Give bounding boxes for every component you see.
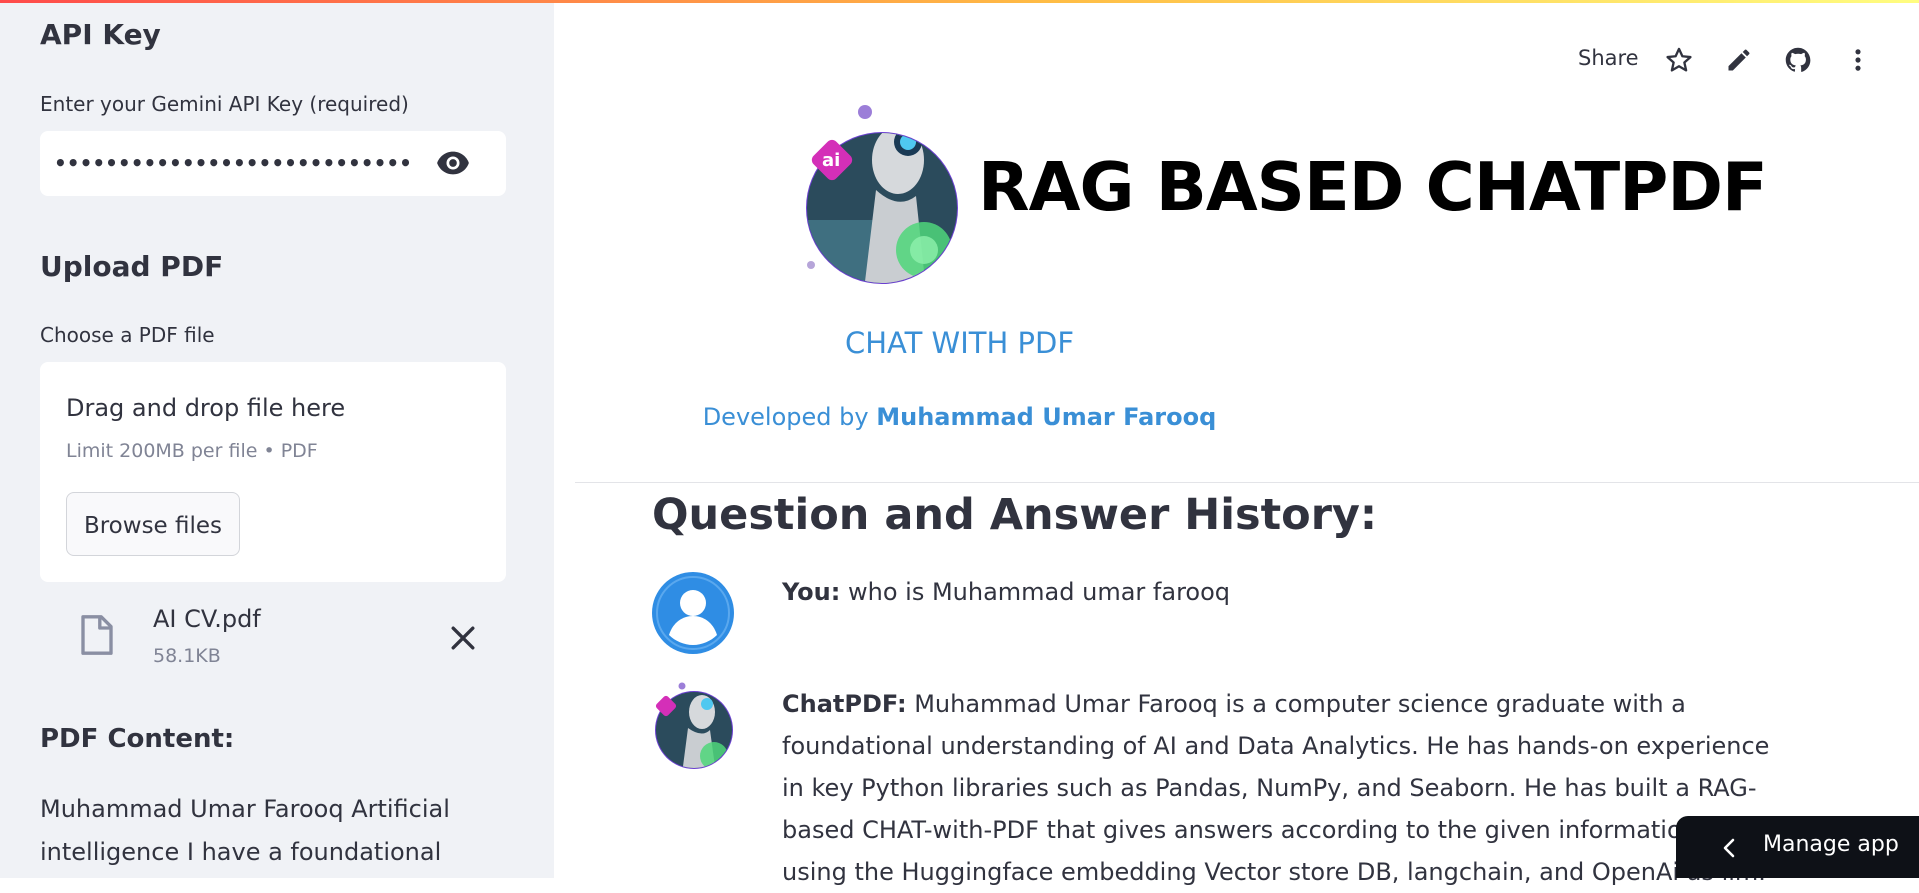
chatpdf-speaker-label: ChatPDF: bbox=[782, 690, 907, 718]
sidebar: API Key Enter your Gemini API Key (requi… bbox=[0, 0, 554, 878]
uploaded-file-size: 58.1KB bbox=[153, 645, 221, 667]
top-decoration-bar bbox=[0, 0, 1919, 3]
user-avatar-icon bbox=[652, 572, 734, 654]
dropzone-limit: Limit 200MB per file • PDF bbox=[66, 440, 318, 462]
file-icon bbox=[81, 615, 113, 655]
chatpdf-message-text: Muhammad Umar Farooq is a computer scien… bbox=[782, 690, 1770, 886]
file-dropzone[interactable]: Drag and drop file here Limit 200MB per … bbox=[40, 362, 506, 582]
robot-logo-image: ai bbox=[806, 105, 958, 284]
chatpdf-avatar-icon bbox=[655, 682, 733, 769]
user-speaker-label: You: bbox=[782, 578, 841, 606]
developer-prefix: Developed by bbox=[702, 403, 869, 431]
manage-app-label: Manage app bbox=[1763, 832, 1899, 857]
user-message: You: who is Muhammad umar farooq bbox=[782, 578, 1230, 606]
star-icon[interactable] bbox=[1665, 46, 1693, 74]
uploaded-file-name: AI CV.pdf bbox=[153, 605, 261, 633]
github-icon[interactable] bbox=[1784, 46, 1812, 74]
edit-icon[interactable] bbox=[1725, 46, 1753, 74]
subtitle: CHAT WITH PDF bbox=[844, 326, 1075, 360]
svg-text:ai: ai bbox=[822, 150, 840, 171]
upload-heading: Upload PDF bbox=[40, 250, 224, 283]
page-title: RAG BASED CHATPDF bbox=[978, 148, 1768, 226]
history-heading: Question and Answer History: bbox=[652, 490, 1378, 540]
chatpdf-message: ChatPDF: Muhammad Umar Farooq is a compu… bbox=[782, 683, 1792, 893]
manage-app-button[interactable]: Manage app bbox=[1676, 816, 1919, 878]
api-key-value[interactable]: •••••••••••••••••••••••••••••••••••••• bbox=[54, 131, 414, 196]
chevron-left-icon bbox=[1723, 838, 1735, 858]
pdf-content-text: Muhammad Umar Farooq Artificial intellig… bbox=[40, 795, 450, 866]
eye-icon[interactable] bbox=[436, 150, 470, 176]
browse-files-button[interactable]: Browse files bbox=[66, 492, 240, 556]
close-icon[interactable] bbox=[449, 624, 477, 652]
user-message-text: who is Muhammad umar farooq bbox=[848, 578, 1231, 606]
api-key-heading: API Key bbox=[40, 18, 161, 51]
more-vert-icon[interactable] bbox=[1844, 46, 1872, 74]
developer-name: Muhammad Umar Farooq bbox=[876, 403, 1217, 431]
api-key-label: Enter your Gemini API Key (required) bbox=[40, 92, 409, 116]
developer-credit: Developed by Muhammad Umar Farooq bbox=[0, 403, 1919, 431]
api-key-input[interactable]: •••••••••••••••••••••••••••••••••••••• bbox=[40, 131, 506, 196]
header-divider bbox=[575, 482, 1919, 483]
share-button[interactable]: Share bbox=[1578, 46, 1639, 70]
pdf-content-heading: PDF Content: bbox=[40, 724, 235, 754]
